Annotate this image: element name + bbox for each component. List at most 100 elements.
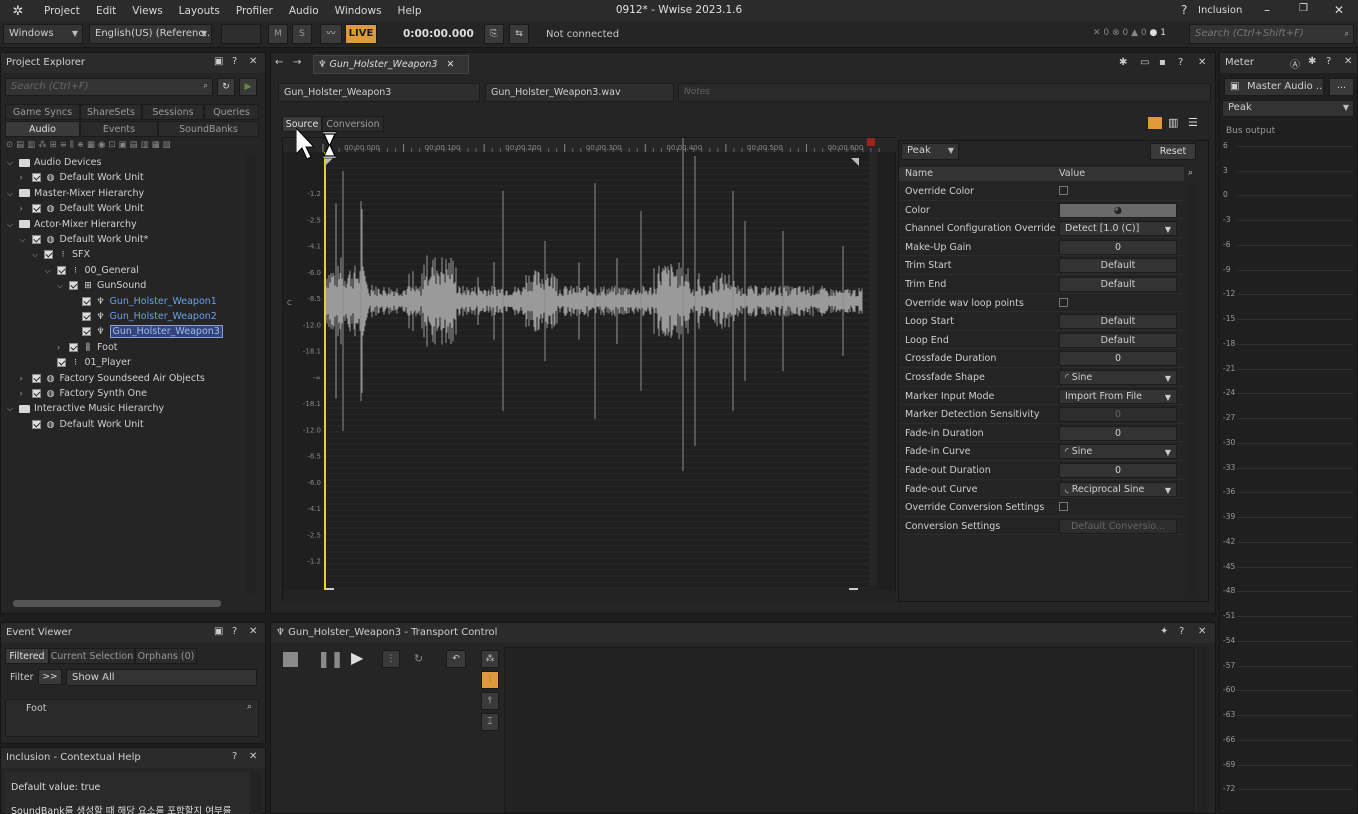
property-value[interactable]: Default bbox=[1059, 277, 1177, 292]
close-window-icon[interactable]: ✕ bbox=[1334, 3, 1344, 17]
property-select[interactable]: Detect [1.0 (C)] ▼ bbox=[1059, 221, 1177, 237]
tree-horizontal-scrollbar[interactable] bbox=[13, 600, 221, 607]
editor-tab[interactable]: ♆ Gun_Holster_Weapon3 ✕ bbox=[313, 55, 469, 74]
color-swatch-button[interactable] bbox=[221, 24, 261, 44]
more-button[interactable]: … bbox=[1329, 78, 1354, 96]
tree-item[interactable]: › ⫼ Foot bbox=[57, 340, 117, 355]
help-icon[interactable]: ? bbox=[232, 626, 237, 637]
layout-split-icon[interactable]: ▥ bbox=[1168, 116, 1178, 129]
menu-project[interactable]: Project bbox=[36, 5, 88, 17]
column-name[interactable]: Name bbox=[905, 168, 933, 179]
mode-selected-icon[interactable]: ⫶ bbox=[481, 671, 499, 689]
close-icon[interactable]: ✕ bbox=[249, 626, 257, 637]
expand-chevron-icon[interactable]: › bbox=[57, 340, 69, 355]
property-value[interactable]: ◕ bbox=[1059, 202, 1177, 218]
mute-button[interactable]: M bbox=[268, 24, 288, 44]
tab-queries[interactable]: Queries bbox=[204, 104, 259, 120]
property-value[interactable]: 0 bbox=[1059, 239, 1177, 255]
include-checkbox[interactable] bbox=[69, 281, 78, 291]
solo-button[interactable]: S bbox=[292, 24, 312, 44]
object-name-field[interactable]: Gun_Holster_Weapon3 bbox=[278, 83, 480, 102]
layout-label[interactable]: Inclusion bbox=[1198, 5, 1242, 16]
tree-item[interactable]: ♆ Gun_Holster_Weapon3 bbox=[70, 324, 223, 339]
include-checkbox[interactable] bbox=[31, 419, 41, 429]
include-checkbox[interactable] bbox=[31, 373, 41, 383]
expand-chevron-icon[interactable]: ⌵ bbox=[7, 217, 19, 232]
include-checkbox[interactable] bbox=[31, 204, 41, 214]
tab-game-syncs[interactable]: Game Syncs bbox=[5, 104, 80, 120]
back-arrow-icon[interactable]: ← bbox=[275, 57, 283, 68]
tree-item[interactable]: ⌵ Master-Mixer Hierarchy bbox=[7, 186, 144, 201]
pin-icon[interactable]: ▣ bbox=[214, 626, 223, 637]
minimize-icon[interactable]: – bbox=[1264, 3, 1270, 17]
tree-item[interactable]: ⌵ ◍ Default Work Unit* bbox=[20, 232, 149, 247]
property-value[interactable]: 0 bbox=[1059, 351, 1177, 367]
pause-button[interactable]: ❚❚ bbox=[317, 649, 344, 668]
include-checkbox[interactable] bbox=[31, 235, 41, 244]
menu-audio[interactable]: Audio bbox=[281, 5, 327, 17]
menu-profiler[interactable]: Profiler bbox=[228, 5, 281, 17]
search-icon[interactable]: ⌕ bbox=[1188, 168, 1193, 178]
menu-edit[interactable]: Edit bbox=[88, 5, 124, 17]
tree-item[interactable]: › ◍ Factory Soundseed Air Objects bbox=[20, 371, 205, 386]
connect-icon[interactable]: ⇆ bbox=[509, 24, 529, 44]
expand-chevron-icon[interactable]: › bbox=[20, 386, 32, 401]
include-checkbox[interactable] bbox=[56, 358, 66, 368]
waveform-view[interactable]: 00:00.000 00:00.100 00:00.200 00:00.300 00:0… bbox=[282, 137, 897, 602]
expand-chevron-icon[interactable]: ⌵ bbox=[7, 186, 19, 201]
tree-item[interactable]: ⌵ Actor-Mixer Hierarchy bbox=[7, 217, 137, 232]
property-checkbox[interactable] bbox=[1059, 502, 1068, 512]
close-icon[interactable]: ✕ bbox=[249, 56, 257, 67]
transport-scrollbar[interactable] bbox=[1197, 647, 1207, 813]
mode-2-icon[interactable]: ⫯ bbox=[481, 692, 499, 710]
expand-chevron-icon[interactable]: ⌵ bbox=[57, 278, 69, 293]
property-value[interactable]: Default bbox=[1059, 332, 1177, 348]
close-icon[interactable]: ✕ bbox=[249, 751, 257, 762]
property-select[interactable]: ◜ Sine ▼ bbox=[1059, 370, 1177, 385]
explorer-search-input[interactable]: Search (Ctrl+F) ⌕ bbox=[5, 78, 213, 96]
notes-field[interactable]: Notes bbox=[678, 83, 1211, 102]
save-icon[interactable]: ▪ bbox=[1159, 57, 1166, 68]
meter-mode-select[interactable]: Peak ▼ bbox=[1222, 100, 1354, 117]
property-checkbox[interactable] bbox=[1059, 297, 1068, 307]
stop-button[interactable] bbox=[283, 652, 298, 667]
mode-3-icon[interactable]: ⌶ bbox=[481, 713, 499, 731]
help-circle-icon[interactable]: ? bbox=[1181, 3, 1187, 17]
property-checkbox[interactable] bbox=[1059, 186, 1068, 195]
include-checkbox[interactable] bbox=[44, 250, 53, 260]
live-button[interactable]: LIVE bbox=[345, 24, 377, 44]
expand-chevron-icon[interactable]: ⌵ bbox=[32, 247, 44, 262]
help-icon[interactable]: ? bbox=[1178, 57, 1183, 68]
include-checkbox[interactable] bbox=[81, 296, 91, 306]
expand-chevron-icon[interactable]: › bbox=[20, 170, 32, 185]
help-icon[interactable]: ? bbox=[1179, 626, 1184, 637]
tree-item[interactable]: ♆ Gun_Holster_Weapon2 bbox=[70, 309, 217, 324]
tab-audio[interactable]: Audio bbox=[5, 121, 80, 137]
menu-windows[interactable]: Windows bbox=[327, 5, 390, 17]
profiler-graph-icon[interactable]: 〰 bbox=[320, 24, 342, 44]
search-icon[interactable]: ⌕ bbox=[247, 702, 252, 712]
source-file-field[interactable]: Gun_Holster_Weapon3.wav bbox=[485, 83, 674, 102]
property-value[interactable]: Default bbox=[1059, 314, 1177, 330]
pin-icon[interactable]: ▣ bbox=[214, 56, 223, 67]
tree-item[interactable]: ⌵ ⁝ 00_General bbox=[45, 263, 139, 278]
close-icon[interactable]: ✕ bbox=[1198, 626, 1206, 637]
property-select[interactable]: Import From File ▼ bbox=[1059, 388, 1177, 404]
tree-item[interactable]: ⁝ 01_Player bbox=[45, 355, 131, 370]
step-button[interactable]: ⋮ bbox=[382, 650, 400, 668]
menu-help[interactable]: Help bbox=[390, 5, 430, 17]
forward-arrow-icon[interactable]: → bbox=[293, 57, 301, 68]
property-value[interactable]: 0 bbox=[1059, 463, 1177, 478]
include-checkbox[interactable] bbox=[56, 265, 66, 275]
play-button[interactable]: ▶ bbox=[351, 648, 363, 667]
expand-chevron-icon[interactable]: ⌵ bbox=[20, 232, 32, 247]
menu-views[interactable]: Views bbox=[124, 5, 170, 17]
event-search-value[interactable]: Foot bbox=[26, 703, 46, 714]
expand-chevron-icon[interactable]: ⌵ bbox=[7, 401, 19, 416]
include-checkbox[interactable] bbox=[81, 327, 91, 337]
tree-item[interactable]: ◍ Default Work Unit bbox=[20, 417, 144, 432]
play-icon[interactable]: ▶ bbox=[239, 78, 257, 96]
refresh-icon[interactable]: ↻ bbox=[217, 78, 235, 96]
tree-item[interactable]: ⌵ ⊞ GunSound bbox=[57, 278, 146, 293]
tree-item[interactable]: › ◍ Factory Synth One bbox=[20, 386, 148, 401]
